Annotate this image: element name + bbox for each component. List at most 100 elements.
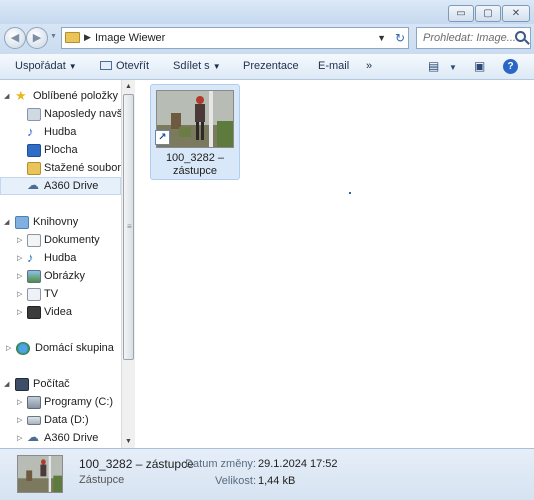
breadcrumb-current[interactable]: Image Wiewer xyxy=(95,32,165,44)
system-drive-icon xyxy=(27,396,41,409)
back-button[interactable]: ◀ xyxy=(4,27,26,49)
nav-item-computer[interactable]: ◢ Počítač xyxy=(0,376,121,394)
minimize-button[interactable]: ▭ xyxy=(448,5,474,22)
expanded-triangle-icon[interactable]: ◢ xyxy=(4,92,9,100)
music-note-icon: ♪ xyxy=(27,250,34,265)
close-icon: ✕ xyxy=(511,8,521,19)
nav-item-music[interactable]: ▷ ♪ Hudba xyxy=(0,250,121,268)
organize-button[interactable]: Uspořádat ▼ xyxy=(15,60,77,72)
close-button[interactable]: ✕ xyxy=(502,5,530,22)
email-button[interactable]: E-mail xyxy=(318,60,349,72)
recent-places-icon xyxy=(27,108,41,121)
breadcrumb-chevron-icon[interactable]: ▶ xyxy=(84,32,91,43)
organize-label: Uspořádat xyxy=(15,60,66,72)
details-thumbnail xyxy=(17,455,63,493)
documents-icon xyxy=(27,234,41,247)
collapsed-triangle-icon[interactable]: ▷ xyxy=(17,272,22,280)
forward-arrow-icon: ▶ xyxy=(32,32,42,44)
search-icon[interactable] xyxy=(515,31,526,42)
cloud-drive-icon: ☁ xyxy=(27,178,39,192)
nav-label: Plocha xyxy=(44,144,78,156)
nav-item-homegroup[interactable]: ▷ Domácí skupina xyxy=(0,340,121,358)
command-bar: Uspořádat ▼ Otevřít Sdílet s ▼ Prezentace … xyxy=(0,54,534,80)
photo-thumbnail-image xyxy=(18,456,62,492)
preview-pane-icon[interactable]: ▣ xyxy=(474,59,485,73)
nav-label: Domácí skupina xyxy=(35,342,114,354)
nav-label: Oblíbené položky xyxy=(33,90,118,102)
collapsed-triangle-icon[interactable]: ▷ xyxy=(17,290,22,298)
maximize-button[interactable]: ▢ xyxy=(475,5,501,22)
file-name: 100_3282 – zástupce xyxy=(151,152,239,178)
more-commands-button[interactable]: » xyxy=(366,60,372,72)
collapsed-triangle-icon[interactable]: ▷ xyxy=(17,434,22,442)
scroll-up-icon[interactable]: ▲ xyxy=(122,80,135,93)
scrollbar-thumb[interactable]: ≡ xyxy=(123,94,134,360)
nav-item-a360-fav[interactable]: ☁ A360 Drive xyxy=(0,177,121,195)
title-bar: ▭ ▢ ✕ xyxy=(0,0,534,24)
file-list[interactable]: ↗ 100_3282 – zástupce xyxy=(136,80,534,448)
expanded-triangle-icon[interactable]: ◢ xyxy=(4,218,9,226)
film-icon xyxy=(27,306,41,319)
back-arrow-icon: ◀ xyxy=(10,32,20,44)
nav-item-programs[interactable]: ▷ Programy (C:) xyxy=(0,394,121,412)
shortcut-arrow-icon: ↗ xyxy=(155,130,170,145)
details-pane: 100_3282 – zástupce Zástupce Datum změny… xyxy=(0,448,534,500)
collapsed-triangle-icon[interactable]: ▷ xyxy=(17,416,22,424)
nav-item-recent[interactable]: Naposledy navští xyxy=(0,106,121,124)
computer-icon xyxy=(15,378,29,391)
share-label: Sdílet s xyxy=(173,60,210,72)
cloud-drive-icon: ☁ xyxy=(27,430,39,444)
forward-button[interactable]: ▶ xyxy=(26,27,48,49)
expanded-triangle-icon[interactable]: ◢ xyxy=(4,380,9,388)
collapsed-triangle-icon[interactable]: ▷ xyxy=(17,308,22,316)
nav-item-libraries[interactable]: ◢ Knihovny xyxy=(0,214,121,232)
chevron-down-icon: ▼ xyxy=(68,62,77,71)
address-field[interactable]: ▶ Image Wiewer ▼ ↻ xyxy=(61,27,409,49)
minimize-icon: ▭ xyxy=(456,8,466,19)
view-options-icon[interactable]: ▤ xyxy=(428,59,439,73)
details-file-name: 100_3282 – zástupce xyxy=(79,457,194,471)
nav-item-favorites[interactable]: ◢ ★ Oblíbené položky xyxy=(0,88,121,106)
navigation-scrollbar[interactable]: ▲ ≡ ▼ xyxy=(121,80,135,448)
nav-label: Naposledy navští xyxy=(44,108,121,120)
nav-label: Knihovny xyxy=(33,216,79,228)
nav-item-videos[interactable]: ▷ Videa xyxy=(0,304,121,322)
folder-icon xyxy=(65,32,80,43)
nav-item-pictures[interactable]: ▷ Obrázky xyxy=(0,268,121,286)
refresh-icon[interactable]: ↻ xyxy=(395,31,405,45)
address-dropdown-icon[interactable]: ▼ xyxy=(377,33,386,43)
scroll-down-icon[interactable]: ▼ xyxy=(122,435,135,448)
collapsed-triangle-icon[interactable]: ▷ xyxy=(6,344,11,352)
chevron-down-icon: ▼ xyxy=(212,62,221,71)
nav-label: Hudba xyxy=(44,126,77,138)
window-icon xyxy=(100,61,112,70)
nav-label: Dokumenty xyxy=(44,234,100,246)
grip-icon: ≡ xyxy=(127,222,132,231)
main-body: ◢ ★ Oblíbené položky Naposledy navští ♪ … xyxy=(0,80,534,448)
nav-item-downloads[interactable]: Stažené soubory xyxy=(0,160,121,178)
nav-item-documents[interactable]: ▷ Dokumenty xyxy=(0,232,121,250)
file-name-line2: zástupce xyxy=(172,165,218,177)
collapsed-triangle-icon[interactable]: ▷ xyxy=(17,398,22,406)
nav-item-a360[interactable]: ▷ ☁ A360 Drive xyxy=(0,430,121,448)
view-dropdown-icon[interactable]: ▼ xyxy=(449,63,457,72)
search-input[interactable]: Prohledat: Image... xyxy=(416,27,531,49)
libraries-icon xyxy=(15,216,29,229)
size-value: 1,44 kB xyxy=(258,475,296,487)
open-button[interactable]: Otevřít xyxy=(100,60,149,72)
nav-item-music-fav[interactable]: ♪ Hudba xyxy=(0,124,121,142)
nav-label: Počítač xyxy=(33,378,70,390)
present-button[interactable]: Prezentace xyxy=(243,60,299,72)
nav-item-desktop[interactable]: Plocha xyxy=(0,142,121,160)
nav-label: Videa xyxy=(44,306,72,318)
collapsed-triangle-icon[interactable]: ▷ xyxy=(17,254,22,262)
history-dropdown-icon[interactable]: ▼ xyxy=(50,33,57,40)
nav-label: A360 Drive xyxy=(44,180,99,192)
help-icon[interactable]: ? xyxy=(503,59,518,74)
collapsed-triangle-icon[interactable]: ▷ xyxy=(17,236,22,244)
nav-item-tv[interactable]: ▷ TV xyxy=(0,286,121,304)
homegroup-icon xyxy=(16,342,30,355)
nav-item-data-drive[interactable]: ▷ Data (D:) xyxy=(0,412,121,430)
file-item[interactable]: ↗ 100_3282 – zástupce xyxy=(150,84,240,180)
share-button[interactable]: Sdílet s ▼ xyxy=(173,60,221,72)
